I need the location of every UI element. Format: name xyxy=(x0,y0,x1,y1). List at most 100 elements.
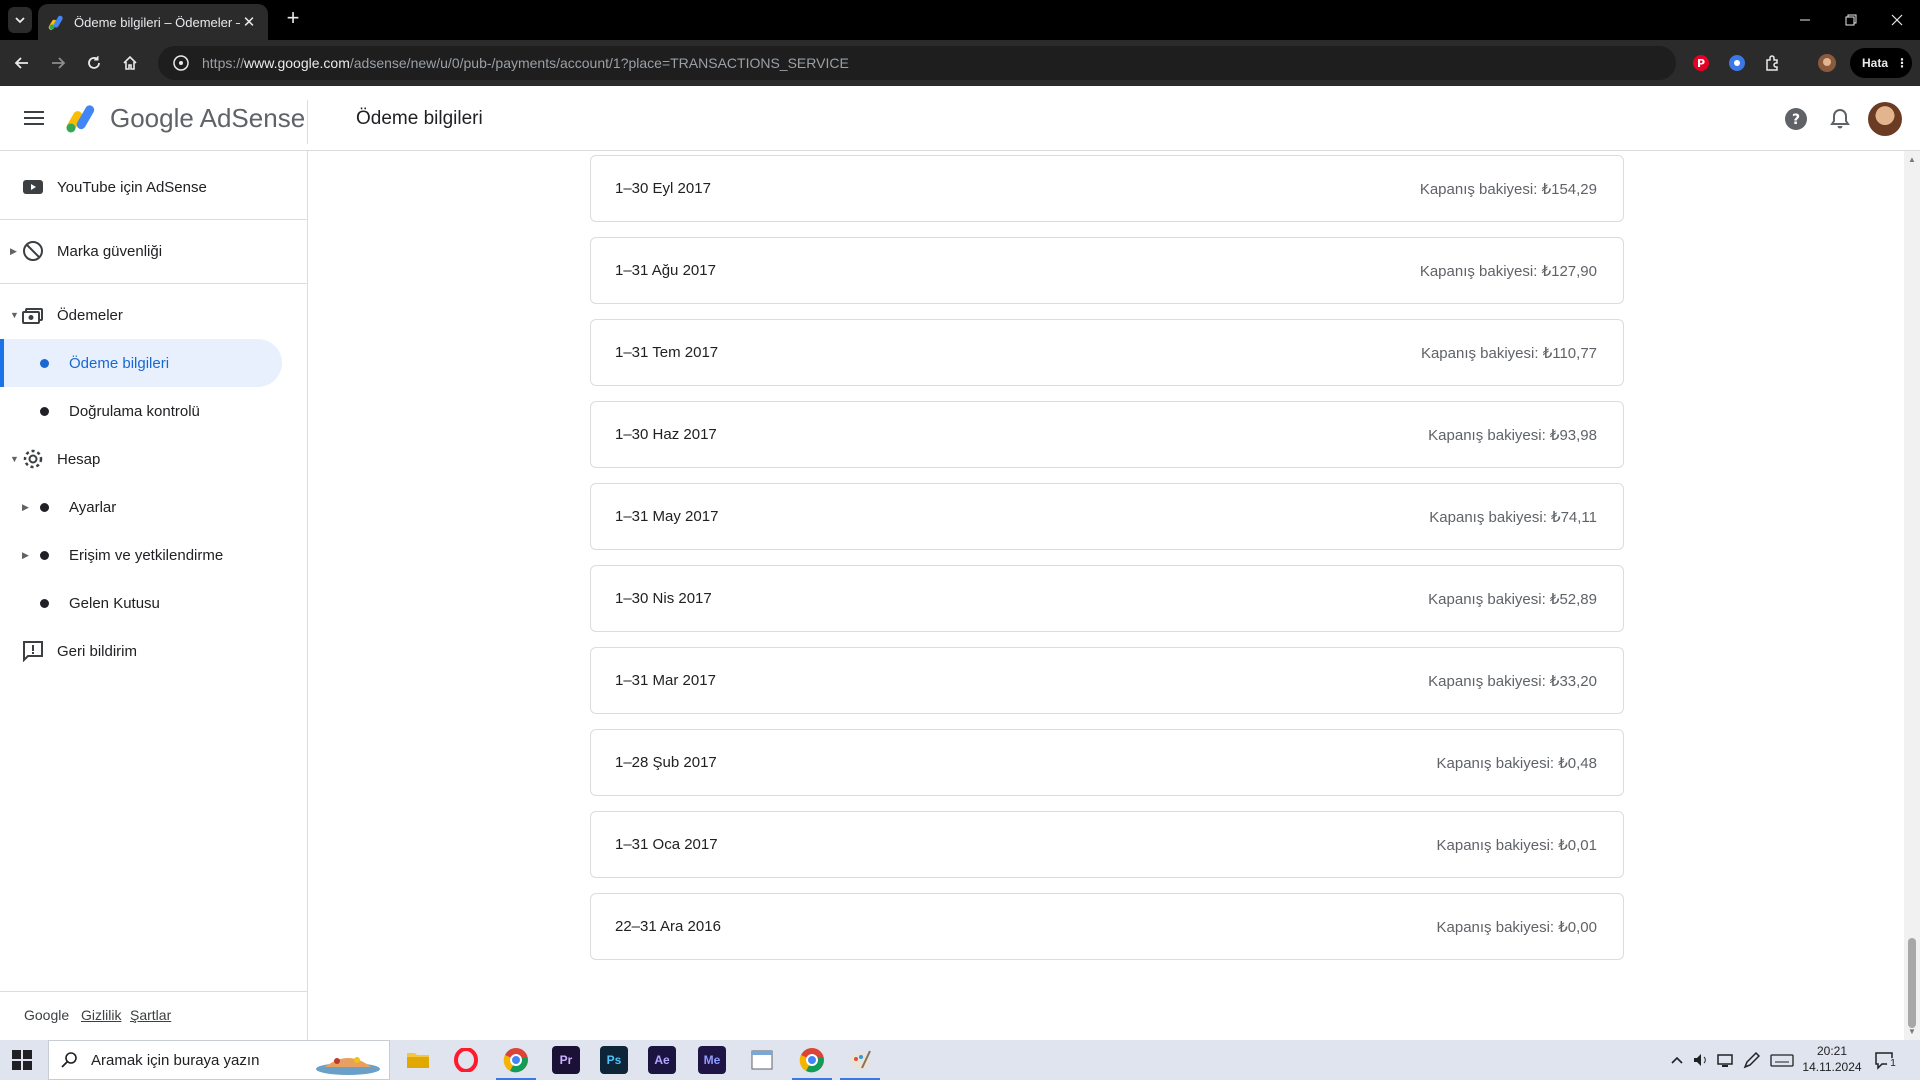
sidebar-item-youtube[interactable]: YouTube için AdSense xyxy=(0,163,282,211)
notification-center-button[interactable]: 1 xyxy=(1874,1050,1902,1070)
media-encoder-icon[interactable]: Me xyxy=(698,1046,726,1074)
statement-row[interactable]: 1–30 Haz 2017 Kapanış bakiyesi: ₺93,98 xyxy=(590,401,1624,468)
footer-privacy-link[interactable]: Gizlilik xyxy=(81,1007,121,1023)
extensions-puzzle-icon[interactable] xyxy=(1762,52,1784,74)
statement-row[interactable]: 1–31 Oca 2017 Kapanış bakiyesi: ₺0,01 xyxy=(590,811,1624,878)
network-icon[interactable] xyxy=(1716,1050,1734,1070)
payments-icon xyxy=(22,308,43,324)
photoshop-icon[interactable]: Ps xyxy=(600,1046,628,1074)
profile-avatar-icon[interactable] xyxy=(1816,52,1838,74)
profile-error-label: Hata xyxy=(1862,56,1889,70)
paint-app-icon[interactable] xyxy=(846,1046,874,1074)
forward-button[interactable] xyxy=(44,49,72,77)
sidebar-item-label: Doğrulama kontrolü xyxy=(69,402,200,420)
scroll-down-icon[interactable]: ▼ xyxy=(1908,1027,1916,1036)
sidebar-item-feedback[interactable]: Geri bildirim xyxy=(0,627,282,675)
statement-row[interactable]: 1–31 May 2017 Kapanış bakiyesi: ₺74,11 xyxy=(590,483,1624,550)
minimize-icon xyxy=(1800,19,1810,21)
chevron-down-icon xyxy=(15,17,25,24)
help-icon[interactable]: ? xyxy=(1783,106,1809,132)
pen-icon[interactable] xyxy=(1742,1050,1760,1070)
sidebar-item-settings[interactable]: ▶ Ayarlar xyxy=(0,483,282,531)
file-explorer-icon[interactable] xyxy=(404,1046,432,1074)
footer-terms-link[interactable]: Şartlar xyxy=(130,1007,171,1023)
sidebar-item-label: Gelen Kutusu xyxy=(69,594,160,612)
url-path: /adsense/new/u/0/pub-/payments/account/1… xyxy=(349,55,849,71)
speaker-icon[interactable] xyxy=(1692,1050,1710,1070)
reload-button[interactable] xyxy=(80,49,108,77)
notifications-bell-icon[interactable] xyxy=(1827,106,1853,132)
browser-tab-active[interactable]: Ödeme bilgileri – Ödemeler – G ✕ xyxy=(38,4,268,40)
address-bar[interactable]: https://www.google.com/adsense/new/u/0/p… xyxy=(158,46,1676,80)
statement-balance: Kapanış bakiyesi: ₺154,29 xyxy=(1419,180,1597,198)
statement-balance: Kapanış bakiyesi: ₺52,89 xyxy=(1428,590,1597,608)
system-clock[interactable]: 20:21 14.11.2024 xyxy=(1800,1043,1864,1075)
search-highlight-illustration-icon xyxy=(316,1057,380,1075)
scrollbar-thumb[interactable] xyxy=(1908,938,1916,1028)
sidebar-footer: Google Gizlilik Şartlar xyxy=(0,991,307,1041)
sidebar-item-brand-safety[interactable]: ▶ Marka güvenliği xyxy=(0,227,282,275)
chevron-up-icon[interactable] xyxy=(1670,1050,1684,1070)
caret-right-icon: ▶ xyxy=(10,245,17,256)
statement-row[interactable]: 1–28 Şub 2017 Kapanış bakiyesi: ₺0,48 xyxy=(590,729,1624,796)
taskbar-search-input[interactable]: Aramak için buraya yazın xyxy=(48,1040,390,1080)
opera-icon[interactable] xyxy=(452,1046,480,1074)
sidebar-item-inbox[interactable]: Gelen Kutusu xyxy=(0,579,282,627)
chrome-profile-icon[interactable] xyxy=(502,1046,530,1074)
arrow-right-icon xyxy=(52,57,66,69)
windows-start-icon[interactable] xyxy=(12,1050,32,1070)
page-title: Ödeme bilgileri xyxy=(356,108,483,129)
statement-row[interactable]: 1–30 Nis 2017 Kapanış bakiyesi: ₺52,89 xyxy=(590,565,1624,632)
header-divider xyxy=(307,100,308,144)
sidebar-item-label: YouTube için AdSense xyxy=(57,178,207,196)
sidebar-item-label: Geri bildirim xyxy=(57,642,138,660)
youtube-icon xyxy=(23,180,43,194)
after-effects-icon[interactable]: Ae xyxy=(648,1046,676,1074)
back-button[interactable] xyxy=(8,49,36,77)
sidebar-item-account[interactable]: ▼ Hesap xyxy=(0,435,282,483)
arrow-left-icon xyxy=(14,57,28,69)
home-button[interactable] xyxy=(116,49,144,77)
menu-icon[interactable] xyxy=(20,106,48,130)
statement-period: 1–30 Haz 2017 xyxy=(615,426,717,443)
sidebar-item-payments[interactable]: ▼ Ödemeler xyxy=(0,291,282,339)
statement-row[interactable]: 1–31 Tem 2017 Kapanış bakiyesi: ₺110,77 xyxy=(590,319,1624,386)
chrome-active-icon[interactable] xyxy=(798,1046,826,1074)
statement-balance: Kapanış bakiyesi: ₺93,98 xyxy=(1428,426,1597,444)
restore-button[interactable] xyxy=(1828,0,1874,40)
home-icon xyxy=(123,55,137,70)
main-content: 1–30 Eyl 2017 Kapanış bakiyesi: ₺154,29 … xyxy=(308,151,1904,1041)
tab-search-button[interactable] xyxy=(8,7,32,33)
statement-row[interactable]: 1–30 Eyl 2017 Kapanış bakiyesi: ₺154,29 xyxy=(590,155,1624,222)
footer-google-text: Google xyxy=(24,1007,70,1023)
statement-balance: Kapanış bakiyesi: ₺0,01 xyxy=(1436,836,1597,854)
window-app-icon[interactable] xyxy=(748,1046,776,1074)
page-scrollbar[interactable]: ▲ ▼ xyxy=(1904,151,1920,1041)
statement-balance: Kapanış bakiyesi: ₺0,48 xyxy=(1436,754,1597,772)
sidebar-item-payment-info[interactable]: Ödeme bilgileri xyxy=(0,339,282,387)
browser-toolbar: https://www.google.com/adsense/new/u/0/p… xyxy=(0,40,1920,86)
taskbar-search-placeholder: Aramak için buraya yazın xyxy=(91,1051,260,1069)
close-window-button[interactable] xyxy=(1874,0,1920,40)
pinterest-extension-icon[interactable]: P xyxy=(1690,52,1712,74)
premiere-pro-icon[interactable]: Pr xyxy=(552,1046,580,1074)
statement-balance: Kapanış bakiyesi: ₺33,20 xyxy=(1428,672,1597,690)
minimize-button[interactable] xyxy=(1782,0,1828,40)
profile-error-button[interactable]: Hata ⋮ xyxy=(1850,48,1912,78)
keyboard-icon[interactable] xyxy=(1770,1050,1794,1070)
tab-close-icon[interactable]: ✕ xyxy=(240,13,258,31)
sidebar-item-verification[interactable]: Doğrulama kontrolü xyxy=(0,387,282,435)
statement-row[interactable]: 1–31 Ağu 2017 Kapanış bakiyesi: ₺127,90 xyxy=(590,237,1624,304)
translate-extension-icon[interactable] xyxy=(1726,52,1748,74)
statement-row[interactable]: 1–31 Mar 2017 Kapanış bakiyesi: ₺33,20 xyxy=(590,647,1624,714)
sidebar-item-access[interactable]: ▶ Erişim ve yetkilendirme xyxy=(0,531,282,579)
windows-taskbar: Aramak için buraya yazın Pr Ps Ae Me 20:… xyxy=(0,1040,1920,1080)
close-icon xyxy=(1891,14,1903,26)
sidebar-nav: YouTube için AdSense ▶ Marka güvenliği ▼… xyxy=(0,151,308,1041)
scroll-up-icon[interactable]: ▲ xyxy=(1908,155,1916,164)
statement-row[interactable]: 22–31 Ara 2016 Kapanış bakiyesi: ₺0,00 xyxy=(590,893,1624,960)
account-avatar[interactable] xyxy=(1868,102,1902,136)
url-prefix: https:// xyxy=(202,55,245,71)
new-tab-button[interactable]: + xyxy=(280,6,306,32)
clock-date: 14.11.2024 xyxy=(1802,1060,1862,1074)
